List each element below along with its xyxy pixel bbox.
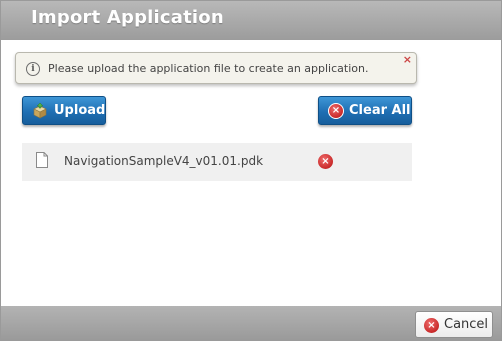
- list-item: NavigationSampleV4_v01.01.pdk ×: [22, 143, 412, 181]
- file-icon: [36, 152, 48, 168]
- clear-icon: ×: [328, 103, 344, 119]
- info-icon: i: [26, 62, 40, 76]
- import-application-dialog: Import Application i Please upload the a…: [0, 0, 502, 341]
- cancel-button[interactable]: × Cancel: [415, 311, 493, 338]
- dialog-titlebar: Import Application: [1, 1, 501, 40]
- cancel-button-label: Cancel: [444, 317, 489, 332]
- cancel-icon: ×: [424, 318, 439, 333]
- clear-all-button-label: Clear All: [349, 103, 411, 118]
- close-icon[interactable]: ×: [403, 53, 412, 66]
- notice-message: Please upload the application file to cr…: [48, 62, 369, 75]
- clear-all-button[interactable]: × Clear All: [318, 96, 412, 125]
- dialog-footer: × Cancel: [1, 306, 501, 340]
- file-list: NavigationSampleV4_v01.01.pdk ×: [22, 143, 412, 181]
- package-upload-icon: [33, 103, 47, 119]
- upload-button[interactable]: Upload: [22, 96, 106, 125]
- upload-button-label: Upload: [54, 103, 106, 118]
- dialog-title: Import Application: [31, 7, 224, 28]
- file-name: NavigationSampleV4_v01.01.pdk: [64, 154, 264, 168]
- remove-icon[interactable]: ×: [318, 154, 333, 169]
- info-notice: i Please upload the application file to …: [15, 52, 417, 84]
